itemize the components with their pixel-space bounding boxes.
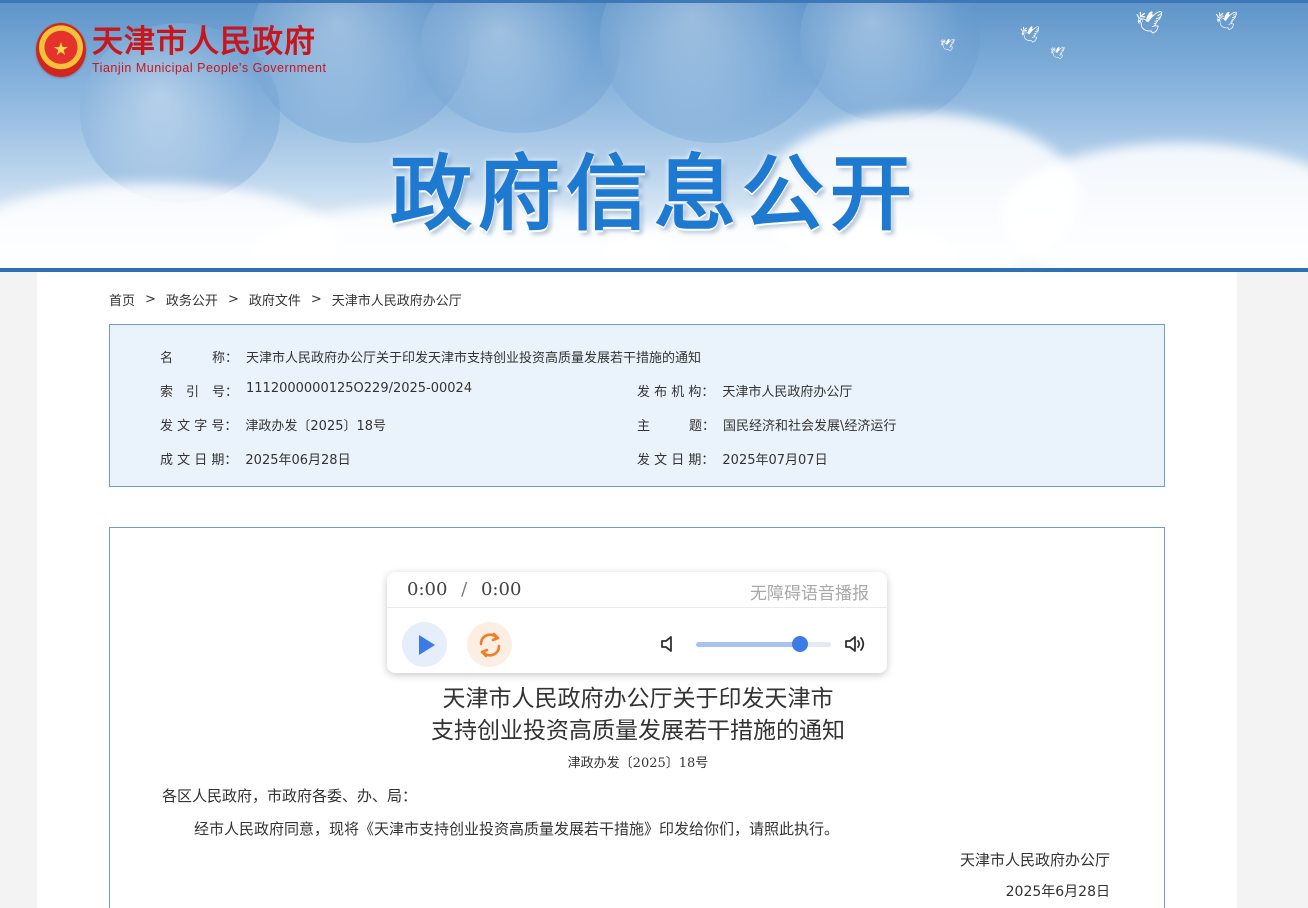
meta-issuer-label: 发 布 机 构： — [637, 385, 715, 400]
dove-icon: 🕊 — [940, 38, 956, 52]
national-emblem-icon: ★ — [36, 23, 86, 77]
meta-docno-row: 发 文 字 号： 津政办发〔2025〕18号 — [160, 415, 386, 434]
meta-index-row: 索 引 号： 1112000000125O229/2025-00024 — [160, 381, 472, 400]
page-container: 首页 > 政务公开 > 政府文件 > 天津市人民政府办公厅 名 称： 天津市人民… — [37, 272, 1237, 908]
meta-topic-value: 国民经济和社会发展\经济运行 — [723, 419, 897, 434]
meta-issuer-value: 天津市人民政府办公厅 — [722, 385, 853, 400]
site-name-cn: 天津市人民政府 — [92, 23, 316, 60]
meta-name-value: 天津市人民政府办公厅关于印发天津市支持创业投资高质量发展若干措施的通知 — [246, 351, 702, 366]
document-paragraph: 经市人民政府同意，现将《天津市支持创业投资高质量发展若干措施》印发给你们，请照此… — [194, 820, 840, 838]
dove-icon: 🕊 — [1020, 25, 1041, 44]
document-metadata-panel: 名 称： 天津市人民政府办公厅关于印发天津市支持创业投资高质量发展若干措施的通知… — [109, 324, 1165, 487]
meta-created-row: 成 文 日 期： 2025年06月28日 — [160, 449, 351, 468]
meta-name-row: 名 称： 天津市人民政府办公厅关于印发天津市支持创业投资高质量发展若干措施的通知 — [160, 347, 701, 366]
duration: 0:00 — [480, 579, 522, 600]
volume-high-icon[interactable] — [843, 633, 869, 655]
volume-slider-handle[interactable] — [791, 636, 808, 652]
accessibility-voice-label: 无障碍语音播报 — [750, 584, 869, 604]
site-name-en: Tianjin Municipal People's Government — [92, 61, 327, 76]
meta-docno-label: 发 文 字 号： — [160, 419, 238, 434]
meta-published-label: 发 文 日 期： — [637, 453, 715, 468]
meta-published-value: 2025年07月07日 — [722, 453, 828, 468]
meta-index-label: 索 引 号： — [160, 385, 239, 400]
volume-slider[interactable] — [696, 636, 831, 652]
meta-index-value: 1112000000125O229/2025-00024 — [246, 381, 473, 396]
dove-icon: 🕊 — [1215, 11, 1238, 32]
meta-issuer-row: 发 布 机 构： 天津市人民政府办公厅 — [637, 381, 852, 400]
breadcrumb-separator: > — [310, 292, 322, 307]
dove-icon: 🕊 — [1135, 11, 1163, 36]
meta-docno-value: 津政办发〔2025〕18号 — [245, 419, 387, 434]
breadcrumb: 首页 > 政务公开 > 政府文件 > 天津市人民政府办公厅 — [109, 290, 462, 309]
volume-low-icon[interactable] — [659, 634, 677, 654]
audio-player: 0:00 / 0:00 无障碍语音播报 — [387, 572, 887, 673]
time-separator: / — [461, 579, 468, 600]
banner-title: 政府信息公开 — [389, 147, 918, 242]
meta-published-row: 发 文 日 期： 2025年07月07日 — [637, 449, 828, 468]
meta-created-value: 2025年06月28日 — [245, 453, 351, 468]
meta-topic-label: 主 题： — [637, 419, 716, 434]
site-logo[interactable]: ★ 天津市人民政府 Tianjin Municipal People's Gov… — [36, 23, 326, 77]
breadcrumb-general-office[interactable]: 天津市人民政府办公厅 — [332, 290, 462, 309]
breadcrumb-separator: > — [227, 292, 239, 307]
meta-name-label: 名 称： — [160, 351, 239, 366]
breadcrumb-gov-documents[interactable]: 政府文件 — [249, 290, 301, 309]
play-icon — [418, 634, 435, 655]
document-title-line: 天津市人民政府办公厅关于印发天津市 — [442, 686, 834, 712]
replay-icon — [479, 632, 500, 657]
meta-created-label: 成 文 日 期： — [160, 453, 238, 468]
time-display: 0:00 / 0:00 — [407, 579, 521, 600]
signature-organization: 天津市人民政府办公厅 — [959, 851, 1110, 869]
breadcrumb-separator: > — [145, 292, 156, 307]
document-number: 津政办发〔2025〕18号 — [567, 756, 709, 771]
dove-icon: 🕊 — [1050, 46, 1066, 60]
meta-topic-row: 主 题： 国民经济和社会发展\经济运行 — [637, 415, 896, 434]
document-salutation: 各区人民政府，市政府各委、办、局： — [162, 787, 418, 805]
document-title: 天津市人民政府办公厅关于印发天津市 支持创业投资高质量发展若干措施的通知 — [110, 683, 1166, 747]
document-content-panel: 0:00 / 0:00 无障碍语音播报 天津市人民政府办公厅关于印发天津市 支持… — [109, 527, 1165, 908]
replay-button[interactable] — [467, 622, 512, 667]
signature-date: 2025年6月28日 — [1005, 884, 1110, 900]
breadcrumb-home[interactable]: 首页 — [109, 290, 135, 309]
breadcrumb-gov-affairs[interactable]: 政务公开 — [166, 290, 218, 309]
player-header: 0:00 / 0:00 无障碍语音播报 — [387, 572, 887, 608]
site-banner: 🕊 🕊 🕊 🕊 🕊 ★ 天津市人民政府 Tianjin Municipal Pe… — [0, 0, 1308, 272]
volume-slider-fill — [696, 642, 800, 647]
current-time: 0:00 — [407, 579, 448, 600]
document-title-line: 支持创业投资高质量发展若干措施的通知 — [431, 718, 845, 744]
play-button[interactable] — [402, 622, 447, 667]
